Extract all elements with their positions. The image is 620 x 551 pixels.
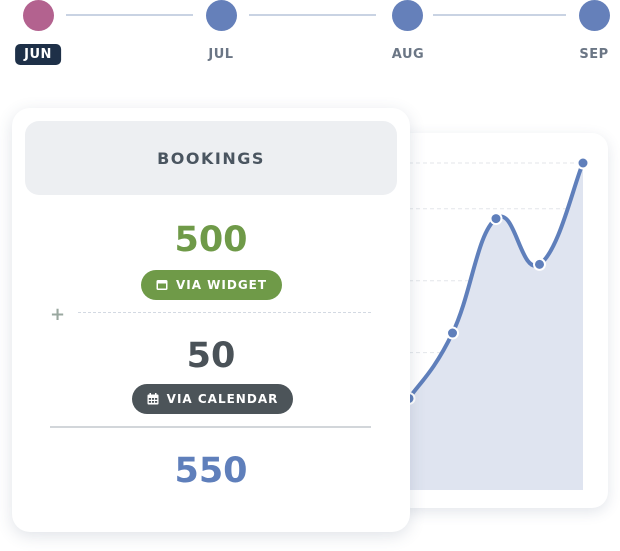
chart-area-fill [409,163,583,490]
chart-data-point[interactable] [576,156,590,170]
bookings-header: BOOKINGS [25,121,397,195]
timeline-label-sep[interactable]: SEP [579,47,608,62]
via-widget-badge: VIA WIDGET [141,270,282,300]
chart-data-point[interactable] [533,257,546,271]
via-calendar-label: VIA CALENDAR [166,392,279,406]
plus-sign: + [50,304,66,325]
bookings-trend-chart [402,156,590,490]
month-timeline: JUN JUL AUG SEP [0,0,620,80]
via-calendar-badge: VIA CALENDAR [132,384,293,414]
chart-data-point[interactable] [446,326,459,340]
timeline-connector [433,14,566,16]
timeline-connector [66,14,193,16]
bookings-card: BOOKINGS 500 VIA WIDGET + 50 VIA CALENDA… [12,108,410,532]
widget-bookings-count: 500 [174,220,248,260]
total-bookings-count: 550 [174,451,248,491]
timeline-dot-aug[interactable] [392,0,423,31]
timeline-label-jul[interactable]: JUL [208,47,233,62]
chart-data-point[interactable] [489,212,503,226]
timeline-connector [249,14,376,16]
bookings-trend-chart-card [395,133,608,508]
calendar-bookings-count: 50 [186,336,236,376]
via-widget-label: VIA WIDGET [175,278,268,292]
timeline-label-aug[interactable]: AUG [392,47,424,62]
calendar-icon [147,393,159,405]
total-divider [50,426,371,428]
timeline-dot-jul[interactable] [206,0,237,31]
dashed-divider [78,312,371,313]
widget-window-icon [156,280,168,290]
bookings-title: BOOKINGS [157,148,265,168]
timeline-dot-sep[interactable] [579,0,610,31]
timeline-dot-jun[interactable] [23,0,54,31]
timeline-label-jun[interactable]: JUN [15,44,61,65]
